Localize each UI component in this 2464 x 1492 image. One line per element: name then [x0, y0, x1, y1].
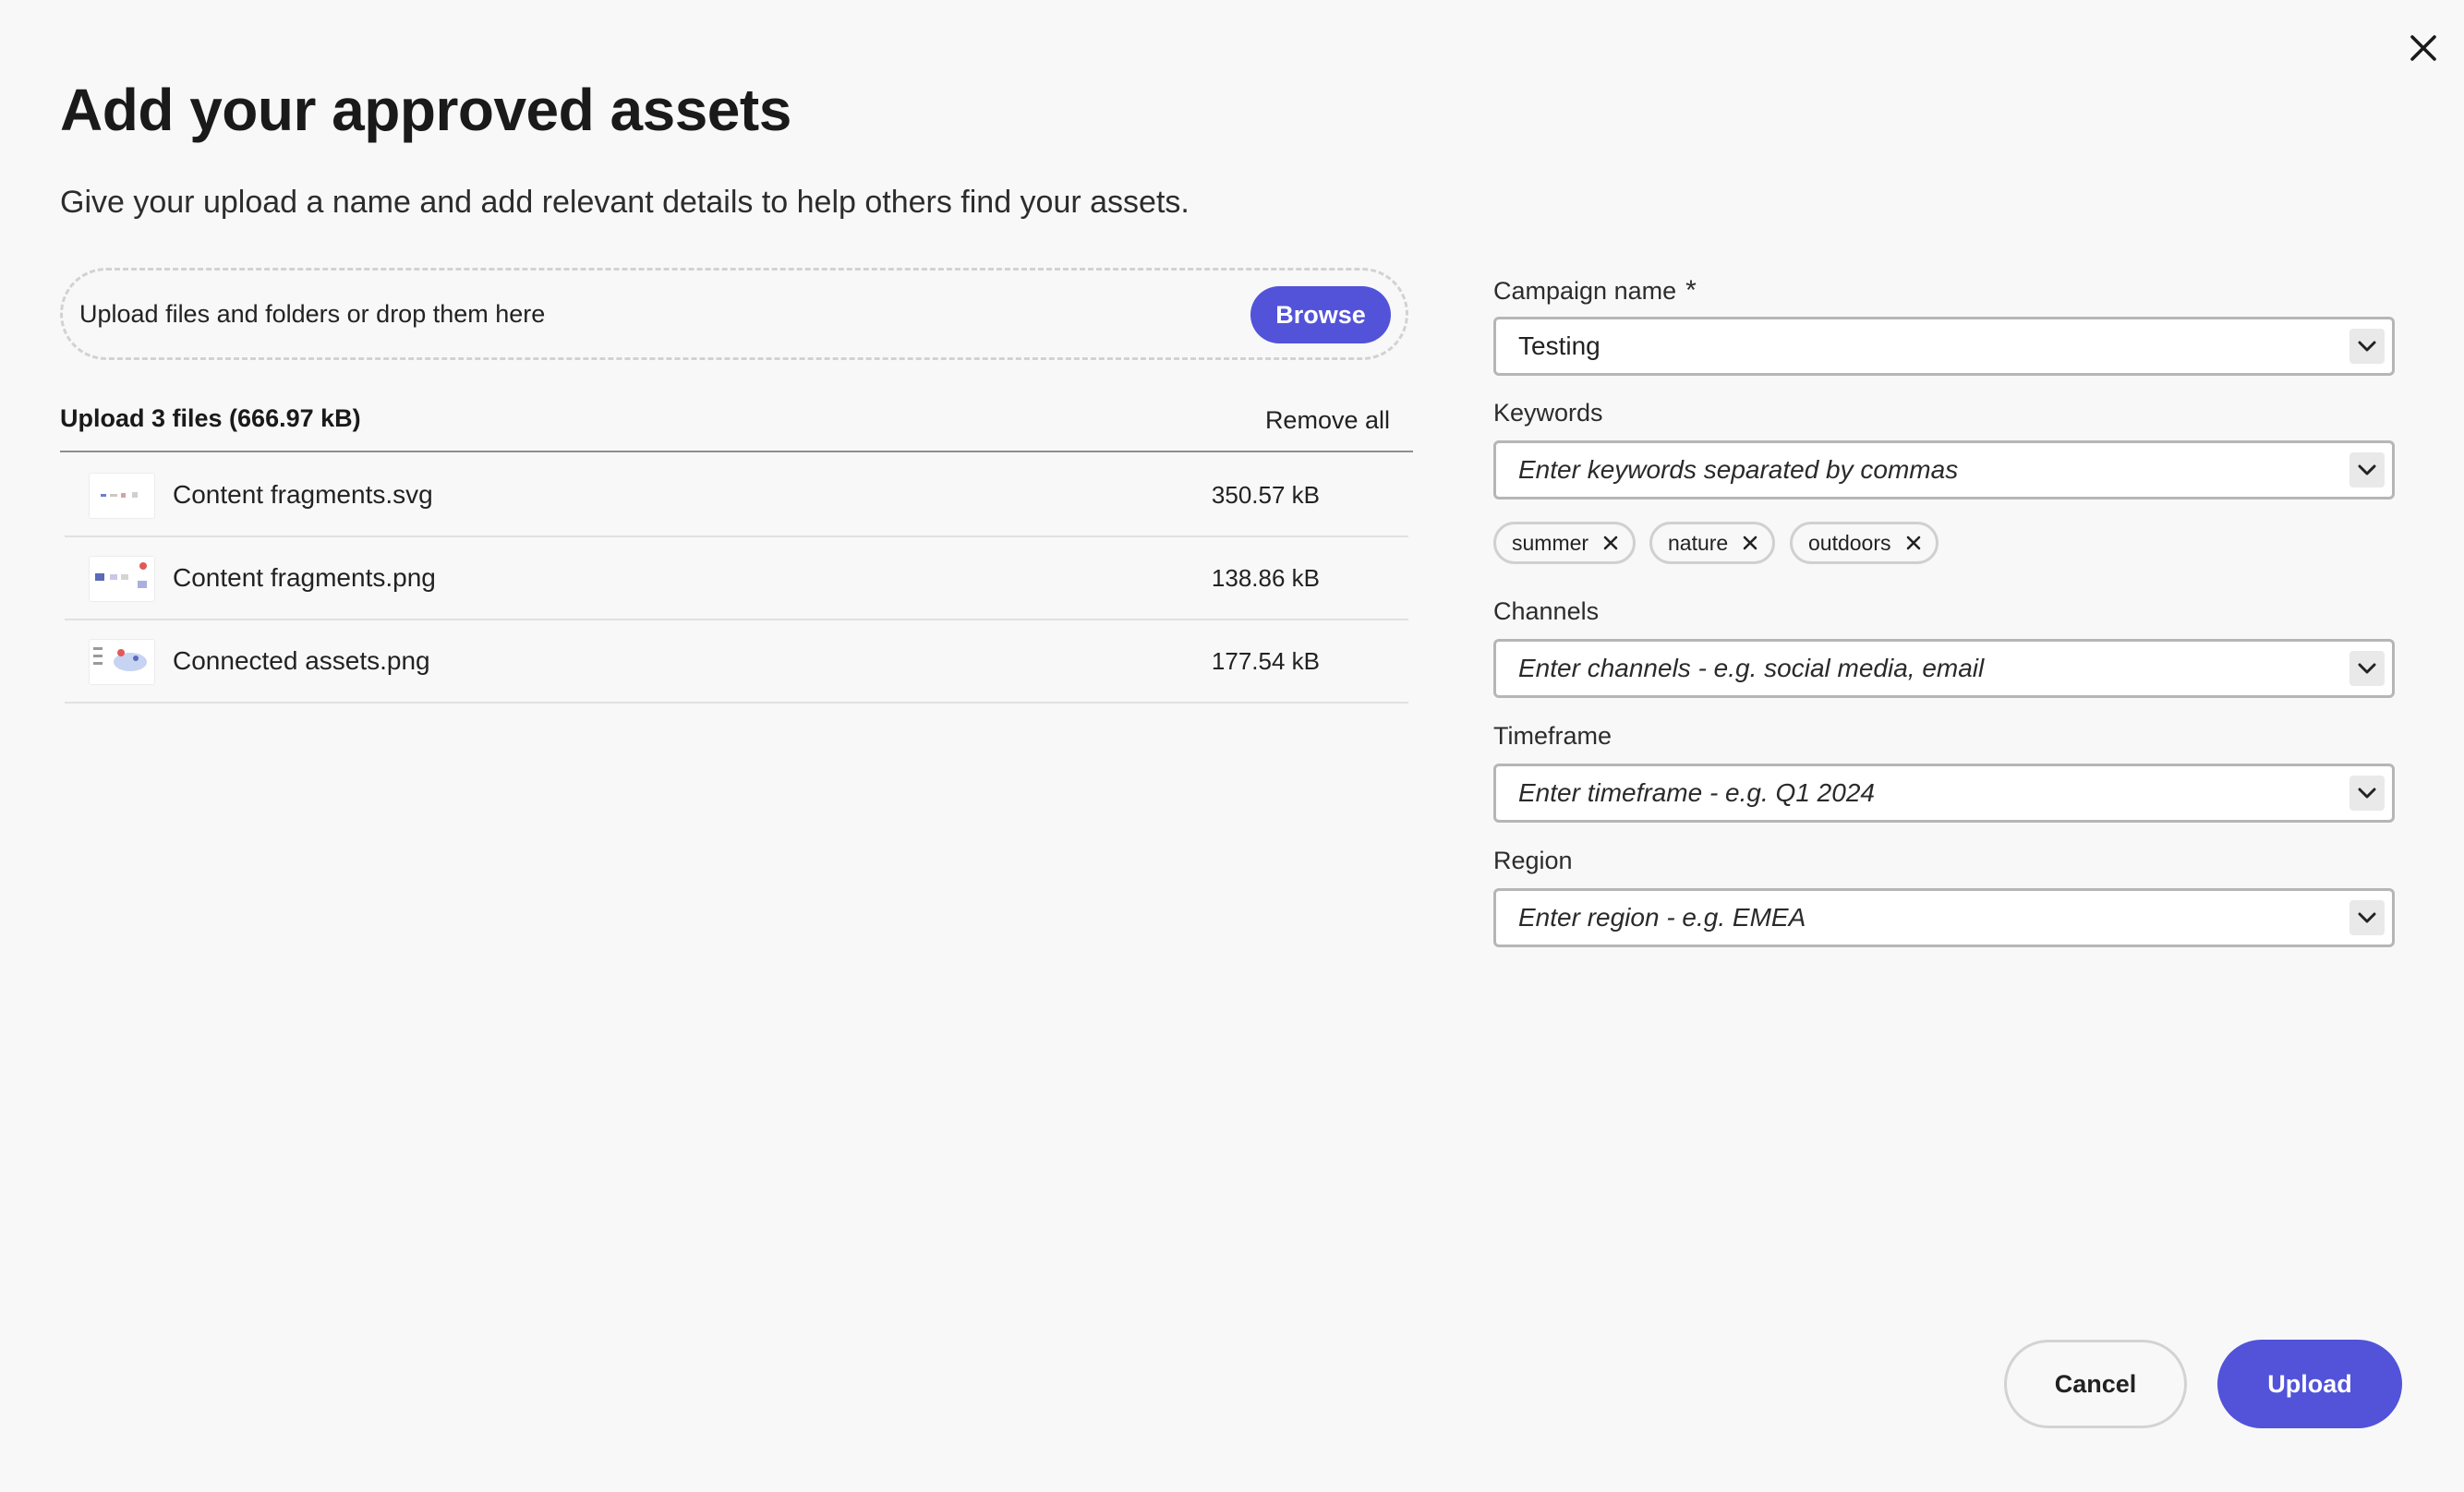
- dialog-subtitle: Give your upload a name and add relevant…: [60, 185, 1190, 220]
- file-size: 350.57 kB: [1211, 481, 1320, 509]
- file-size: 177.54 kB: [1211, 647, 1320, 675]
- keyword-tag: nature: [1649, 522, 1776, 564]
- file-thumbnail: [89, 556, 155, 602]
- channels-input[interactable]: [1518, 642, 2331, 695]
- remove-tag-button[interactable]: [1904, 534, 1923, 552]
- campaign-name-label-text: Campaign name: [1493, 277, 1677, 305]
- region-input[interactable]: [1518, 891, 2331, 945]
- remove-all-button[interactable]: Remove all: [1265, 406, 1390, 435]
- keyword-tag: outdoors: [1790, 522, 1939, 564]
- file-thumbnail: [89, 639, 155, 685]
- upload-button[interactable]: Upload: [2217, 1340, 2402, 1428]
- file-row: Connected assets.png 177.54 kB: [65, 620, 1408, 704]
- chevron-down-icon: [2358, 464, 2376, 475]
- close-icon: [2410, 35, 2436, 61]
- keyword-tag: summer: [1493, 522, 1637, 564]
- region-label: Region: [1493, 847, 1573, 874]
- timeframe-label: Timeframe: [1493, 722, 1612, 750]
- upload-dropzone[interactable]: Upload files and folders or drop them he…: [60, 268, 1408, 360]
- campaign-name-label: Campaign name *: [1493, 275, 1697, 307]
- campaign-name-dropdown-button[interactable]: [2349, 329, 2385, 364]
- remove-tag-button[interactable]: [1741, 534, 1759, 552]
- file-size: 138.86 kB: [1211, 564, 1320, 592]
- timeframe-input[interactable]: [1518, 766, 2331, 820]
- required-mark: *: [1685, 275, 1697, 306]
- file-thumbnail: [89, 473, 155, 519]
- tag-close-icon: [1906, 535, 1920, 550]
- file-name: Content fragments.svg: [173, 480, 433, 509]
- remove-tag-button[interactable]: [1601, 534, 1620, 552]
- region-combobox[interactable]: [1493, 888, 2395, 947]
- keyword-tag-label: summer: [1512, 530, 1589, 555]
- file-list-header: Upload 3 files (666.97 kB) Remove all: [60, 399, 1413, 452]
- chevron-down-icon: [2358, 341, 2376, 352]
- keywords-label: Keywords: [1493, 399, 1603, 427]
- file-row: Content fragments.svg 350.57 kB: [65, 454, 1408, 537]
- dropzone-text: Upload files and folders or drop them he…: [79, 300, 546, 328]
- chevron-down-icon: [2358, 663, 2376, 674]
- file-name: Content fragments.png: [173, 563, 436, 592]
- campaign-name-value: Testing: [1518, 331, 1600, 360]
- browse-button[interactable]: Browse: [1250, 286, 1391, 343]
- region-dropdown-button[interactable]: [2349, 900, 2385, 935]
- file-row: Content fragments.png 138.86 kB: [65, 537, 1408, 620]
- file-list-title: Upload 3 files (666.97 kB): [60, 404, 361, 432]
- chevron-down-icon: [2358, 788, 2376, 799]
- chevron-down-icon: [2358, 912, 2376, 923]
- channels-dropdown-button[interactable]: [2349, 651, 2385, 686]
- channels-combobox[interactable]: [1493, 639, 2395, 698]
- campaign-name-select[interactable]: Testing: [1493, 317, 2395, 376]
- keywords-dropdown-button[interactable]: [2349, 452, 2385, 487]
- timeframe-combobox[interactable]: [1493, 764, 2395, 823]
- keyword-tag-label: nature: [1668, 530, 1729, 555]
- cancel-button[interactable]: Cancel: [2004, 1340, 2187, 1428]
- dialog-title: Add your approved assets: [60, 77, 791, 143]
- keywords-input[interactable]: [1518, 443, 2331, 497]
- file-name: Connected assets.png: [173, 646, 430, 675]
- keywords-combobox[interactable]: [1493, 440, 2395, 499]
- channels-label: Channels: [1493, 597, 1600, 625]
- tag-close-icon: [1603, 535, 1618, 550]
- keyword-tag-label: outdoors: [1808, 530, 1891, 555]
- timeframe-dropdown-button[interactable]: [2349, 776, 2385, 811]
- tag-close-icon: [1743, 535, 1757, 550]
- close-button[interactable]: [2403, 28, 2444, 68]
